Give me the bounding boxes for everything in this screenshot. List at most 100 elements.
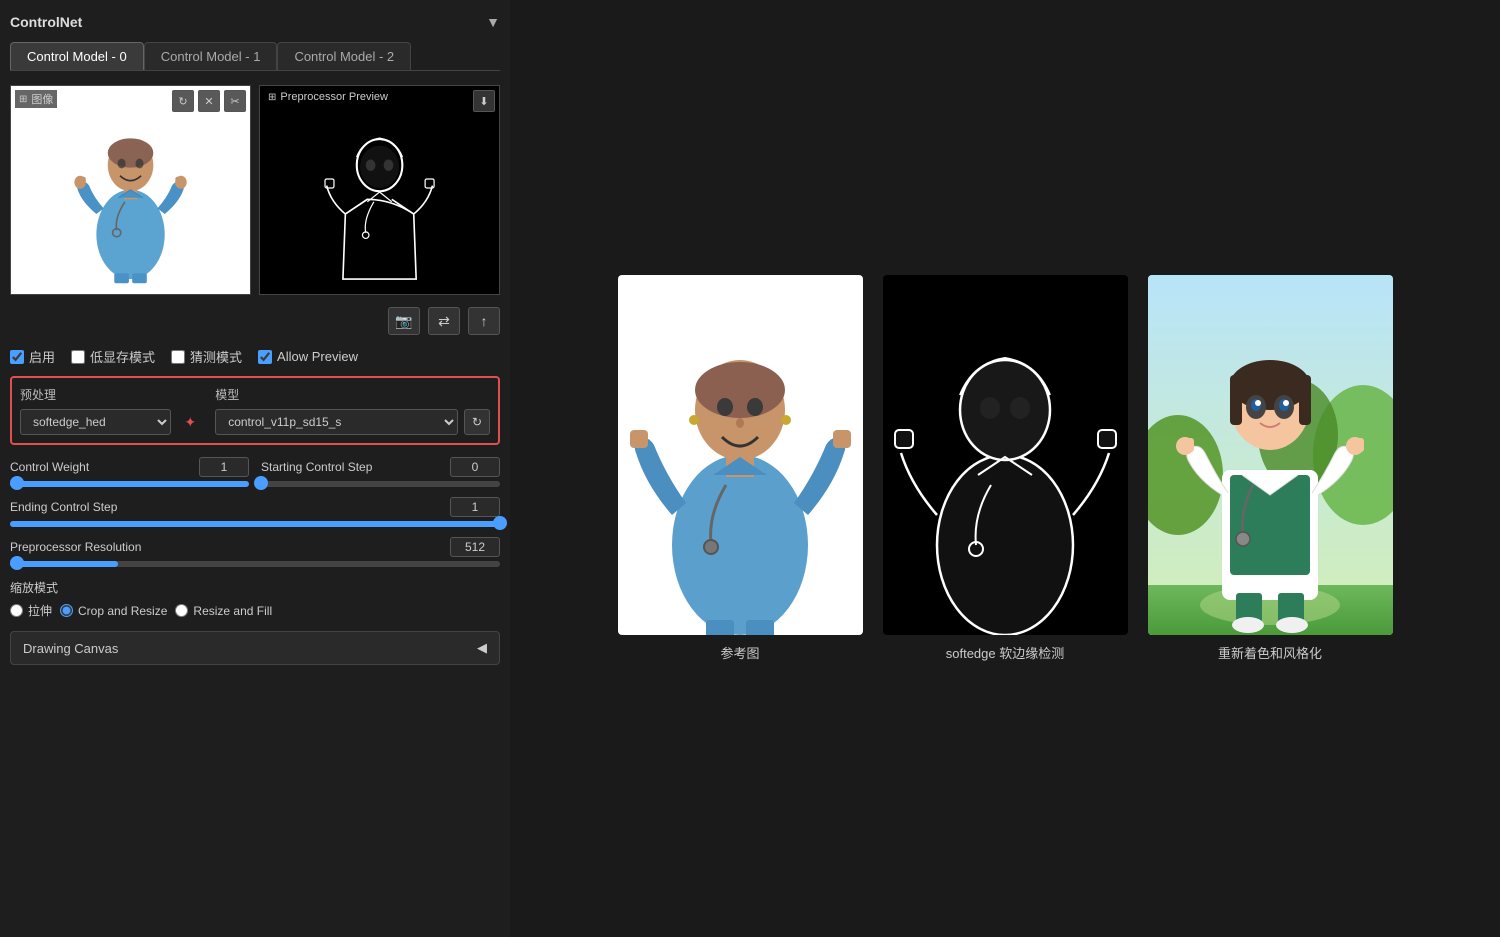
allow-preview-checkbox-item[interactable]: Allow Preview — [258, 349, 358, 364]
right-panel: 参考图 — [510, 0, 1500, 937]
low-vram-checkbox[interactable] — [71, 350, 85, 364]
reference-image-label: 参考图 — [720, 643, 759, 662]
zoom-mode-label: 缩放模式 — [10, 579, 500, 596]
control-weight-value: 1 — [199, 457, 249, 477]
input-image-controls: ↻ ✕ ✂ — [172, 90, 246, 112]
preprocessor-res-track — [10, 561, 500, 567]
ending-step-label: Ending Control Step — [10, 500, 117, 514]
guess-mode-checkbox-item[interactable]: 猜测模式 — [171, 347, 242, 366]
tab-bar: Control Model - 0 Control Model - 1 Cont… — [10, 42, 500, 71]
stretch-radio[interactable] — [10, 604, 23, 617]
control-weight-header: Control Weight 1 — [10, 457, 249, 477]
panel-title: ControlNet — [10, 14, 82, 30]
ending-step-value: 1 — [450, 497, 500, 517]
stretch-label: 拉伸 — [28, 602, 52, 619]
preprocessor-res-slider-row: Preprocessor Resolution 512 — [10, 537, 500, 567]
tab-control-model-1[interactable]: Control Model - 1 — [144, 42, 278, 70]
sliders-section: Control Weight 1 Starting Control Step 0 — [10, 457, 500, 567]
refresh-btn[interactable]: ↻ — [172, 90, 194, 112]
model-field-label: 模型 — [215, 386, 490, 403]
starting-step-slider-col: Starting Control Step 0 — [261, 457, 500, 487]
preprocessor-column: 预处理 softedge_hed ✦ — [20, 386, 203, 435]
output-image-edge: softedge 软边缘检测 — [883, 275, 1128, 662]
ending-step-fill — [10, 521, 500, 527]
enable-label: 启用 — [29, 347, 55, 366]
input-image-label: ⊞ 图像 — [15, 90, 57, 108]
control-weight-thumb[interactable] — [10, 476, 24, 490]
ending-step-slider-row: Ending Control Step 1 — [10, 497, 500, 527]
preprocessor-res-value: 512 — [450, 537, 500, 557]
low-vram-label: 低显存模式 — [90, 347, 155, 366]
crop-radio[interactable] — [60, 604, 73, 617]
tab-control-model-2[interactable]: Control Model - 2 — [277, 42, 411, 70]
starting-step-value: 0 — [450, 457, 500, 477]
model-refresh-btn[interactable]: ↻ — [464, 409, 490, 435]
allow-preview-label: Allow Preview — [277, 349, 358, 364]
fill-radio[interactable] — [175, 604, 188, 617]
starting-step-label: Starting Control Step — [261, 460, 372, 474]
starting-step-header: Starting Control Step 0 — [261, 457, 500, 477]
ending-step-header: Ending Control Step 1 — [10, 497, 500, 517]
close-btn[interactable]: ✕ — [198, 90, 220, 112]
panel-collapse-arrow[interactable]: ▼ — [486, 14, 500, 30]
drawing-canvas-arrow: ◀ — [477, 640, 487, 656]
ending-step-track — [10, 521, 500, 527]
allow-preview-checkbox[interactable] — [258, 350, 272, 364]
output-image-styled: 重新着色和风格化 — [1148, 275, 1393, 662]
control-weight-fill — [10, 481, 249, 487]
low-vram-checkbox-item[interactable]: 低显存模式 — [71, 347, 155, 366]
panel-header: ControlNet ▼ — [10, 10, 500, 34]
control-weight-track — [10, 481, 249, 487]
swap-btn[interactable]: ⇄ — [428, 307, 460, 335]
drawing-canvas-row[interactable]: Drawing Canvas ◀ — [10, 631, 500, 665]
image-icon: ⊞ — [19, 94, 27, 105]
tab-control-model-0[interactable]: Control Model - 0 — [10, 42, 144, 70]
ending-step-thumb[interactable] — [493, 516, 507, 530]
edit-btn[interactable]: ✂ — [224, 90, 246, 112]
crop-label: Crop and Resize — [78, 604, 167, 618]
enable-checkbox[interactable] — [10, 350, 24, 364]
checkboxes-row: 启用 低显存模式 猜测模式 Allow Preview — [10, 347, 500, 366]
styled-image-label: 重新着色和风格化 — [1218, 643, 1322, 662]
reference-image — [618, 275, 863, 635]
model-select-row: control_v11p_sd15_s ↻ — [215, 409, 490, 435]
model-dropdown[interactable]: control_v11p_sd15_s — [215, 409, 458, 435]
preprocessor-icon: ⊞ — [268, 92, 276, 103]
starting-step-track — [261, 481, 500, 487]
enable-checkbox-item[interactable]: 启用 — [10, 347, 55, 366]
starting-step-thumb[interactable] — [254, 476, 268, 490]
camera-btn[interactable]: 📷 — [388, 307, 420, 335]
red-star-icon[interactable]: ✦ — [177, 409, 203, 435]
input-image — [11, 86, 250, 294]
preprocessor-select-row: softedge_hed ✦ — [20, 409, 203, 435]
preprocessor-preview-box: ⊞ Preprocessor Preview ⬇ — [259, 85, 500, 295]
preprocessor-res-thumb[interactable] — [10, 556, 24, 570]
guess-mode-label: 猜测模式 — [190, 347, 242, 366]
guess-mode-checkbox[interactable] — [171, 350, 185, 364]
two-col-sliders: Control Weight 1 Starting Control Step 0 — [10, 457, 500, 487]
output-images-container: 参考图 — [618, 275, 1393, 662]
left-panel: ControlNet ▼ Control Model - 0 Control M… — [0, 0, 510, 937]
edge-image-label: softedge 软边缘检测 — [946, 643, 1065, 662]
crop-resize-option[interactable]: Crop and Resize — [60, 604, 167, 618]
starting-step-fill — [261, 481, 266, 487]
preprocessor-res-fill — [10, 561, 118, 567]
preprocessor-res-header: Preprocessor Resolution 512 — [10, 537, 500, 557]
action-row: 📷 ⇄ ↑ — [10, 307, 500, 335]
resize-fill-option[interactable]: Resize and Fill — [175, 604, 272, 618]
drawing-canvas-label: Drawing Canvas — [23, 641, 118, 656]
preprocessor-preview-label: ⊞ Preprocessor Preview — [264, 90, 392, 104]
zoom-mode-section: 缩放模式 拉伸 Crop and Resize Resize and Fill — [10, 579, 500, 619]
output-image-reference: 参考图 — [618, 275, 863, 662]
preprocessor-dropdown[interactable]: softedge_hed — [20, 409, 171, 435]
download-btn[interactable]: ⬇ — [473, 90, 495, 112]
preprocessor-image — [260, 86, 499, 294]
control-weight-slider-col: Control Weight 1 — [10, 457, 249, 487]
image-area: ⊞ 图像 ↻ ✕ ✂ — [10, 85, 500, 295]
model-column: 模型 control_v11p_sd15_s ↻ — [215, 386, 490, 435]
upload-btn[interactable]: ↑ — [468, 307, 500, 335]
edge-image — [883, 275, 1128, 635]
stretch-option[interactable]: 拉伸 — [10, 602, 52, 619]
preprocessor-res-label: Preprocessor Resolution — [10, 540, 141, 554]
preprocessor-model-row: 预处理 softedge_hed ✦ 模型 control_v11p_sd15_… — [20, 386, 490, 435]
